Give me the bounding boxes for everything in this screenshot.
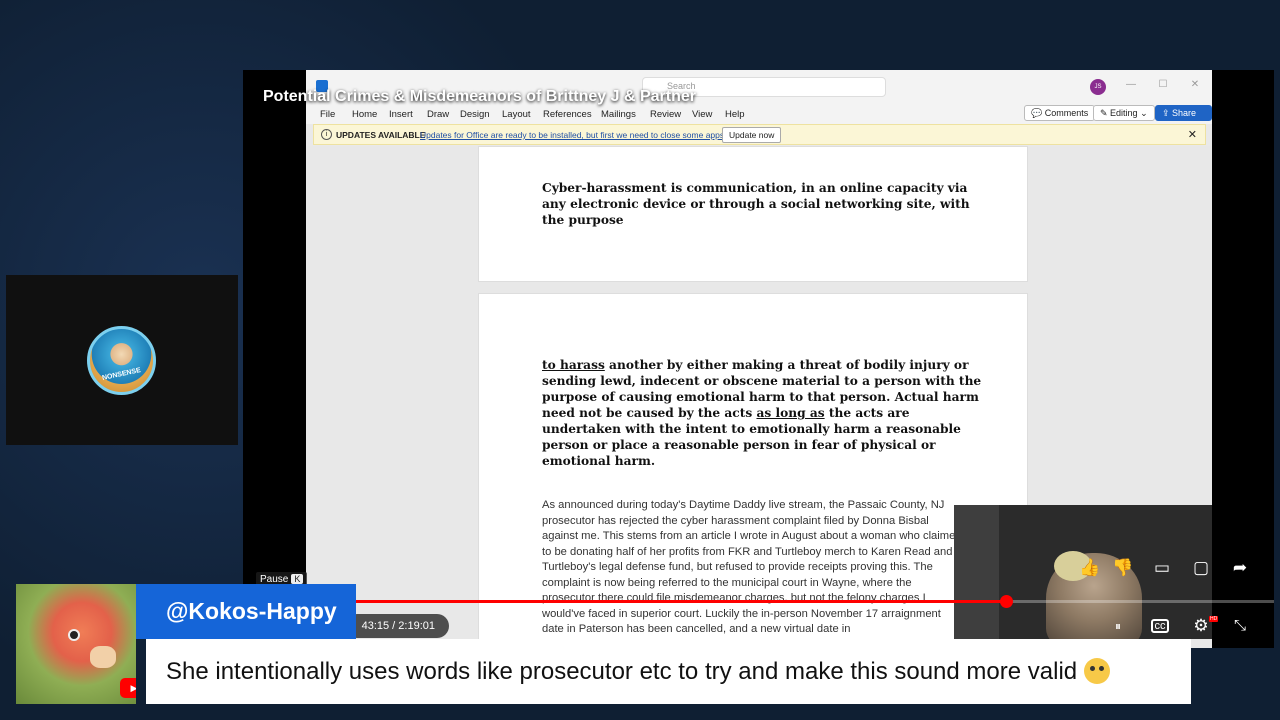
menu-file[interactable]: File [320, 109, 335, 120]
menu-home[interactable]: Home [352, 109, 377, 120]
like-icon[interactable]: 👍 [1079, 557, 1101, 579]
menu-draw[interactable]: Draw [427, 109, 449, 120]
pause-key: K [291, 574, 304, 584]
captions-icon[interactable]: cc [1151, 619, 1169, 633]
info-icon: i [321, 129, 332, 140]
comment-icon[interactable]: ▭ [1151, 557, 1173, 579]
menu-help[interactable]: Help [725, 109, 745, 120]
menu-view[interactable]: View [692, 109, 712, 120]
page2-text: to harass another by either making a thr… [542, 357, 982, 469]
menu-mailings[interactable]: Mailings [601, 109, 636, 120]
comments-label: Comments [1044, 108, 1089, 118]
progress-scrubber[interactable] [999, 595, 1013, 608]
chat-user-avatar: ▶ [16, 584, 136, 704]
editing-button[interactable]: ✎ Editing ⌄ [1093, 105, 1155, 121]
youtube-logo-icon: ▶ [120, 678, 136, 698]
close-window-icon[interactable]: ✕ [1188, 79, 1202, 93]
menu-layout[interactable]: Layout [502, 109, 531, 120]
share-button[interactable]: ⇪ Share ⌄ [1155, 105, 1212, 132]
update-now-button[interactable]: Update now [722, 127, 782, 143]
chat-message-text: She intentionally uses words like prosec… [166, 658, 1078, 685]
progress-bar[interactable] [243, 595, 1274, 608]
underlined-text: as long as [756, 406, 825, 420]
document-page: to harass another by either making a thr… [478, 293, 1028, 648]
menu-review[interactable]: Review [650, 109, 681, 120]
editing-label: Editing [1110, 108, 1138, 118]
exit-fullscreen-icon[interactable]: ⤡ [1229, 615, 1251, 637]
channel-avatar[interactable]: NONSENSE [87, 326, 156, 395]
share-icon[interactable]: ➦ [1229, 557, 1251, 579]
channel-avatar-text: NONSENSE [101, 366, 142, 383]
maximize-icon[interactable]: ☐ [1156, 79, 1170, 93]
share-label: Share [1172, 108, 1197, 118]
comments-button[interactable]: 💬 Comments [1024, 105, 1096, 121]
avatar-eye [68, 629, 80, 641]
webcam-wall [954, 505, 999, 639]
time-display: 43:15 / 2:19:01 [345, 614, 449, 638]
video-title: Potential Crimes & Misdemeanors of Britt… [263, 88, 696, 105]
document-page: Cyber-harassment is communication, in an… [478, 146, 1028, 282]
progress-fill [243, 600, 1006, 603]
article-text: As announced during today's Daytime Dadd… [542, 499, 962, 635]
page1-text: Cyber-harassment is communication, in an… [542, 181, 970, 227]
pause-icon[interactable]: ⏸ [1107, 615, 1129, 637]
menu-insert[interactable]: Insert [389, 109, 413, 120]
minimize-icon[interactable]: — [1124, 79, 1138, 93]
chat-icon[interactable]: ▢ [1190, 557, 1212, 579]
avatar-beak [90, 646, 116, 668]
notification-title: UPDATES AVAILABLE [336, 130, 426, 140]
user-avatar[interactable]: JS [1090, 79, 1106, 95]
menu-design[interactable]: Design [460, 109, 490, 120]
notification-message[interactable]: Updates for Office are ready to be insta… [420, 130, 726, 140]
close-notification-icon[interactable]: ✕ [1188, 128, 1197, 141]
update-notification: i UPDATES AVAILABLE Updates for Office a… [313, 124, 1206, 145]
chat-message: She intentionally uses words like prosec… [146, 639, 1191, 704]
eye-roll-emoji-icon [1083, 658, 1110, 684]
dislike-icon[interactable]: 👎 [1112, 557, 1134, 579]
menu-references[interactable]: References [543, 109, 592, 120]
hd-badge: HD [1209, 616, 1219, 622]
chat-username: @Kokos-Happy [136, 584, 356, 639]
underlined-text: to harass [542, 358, 605, 372]
